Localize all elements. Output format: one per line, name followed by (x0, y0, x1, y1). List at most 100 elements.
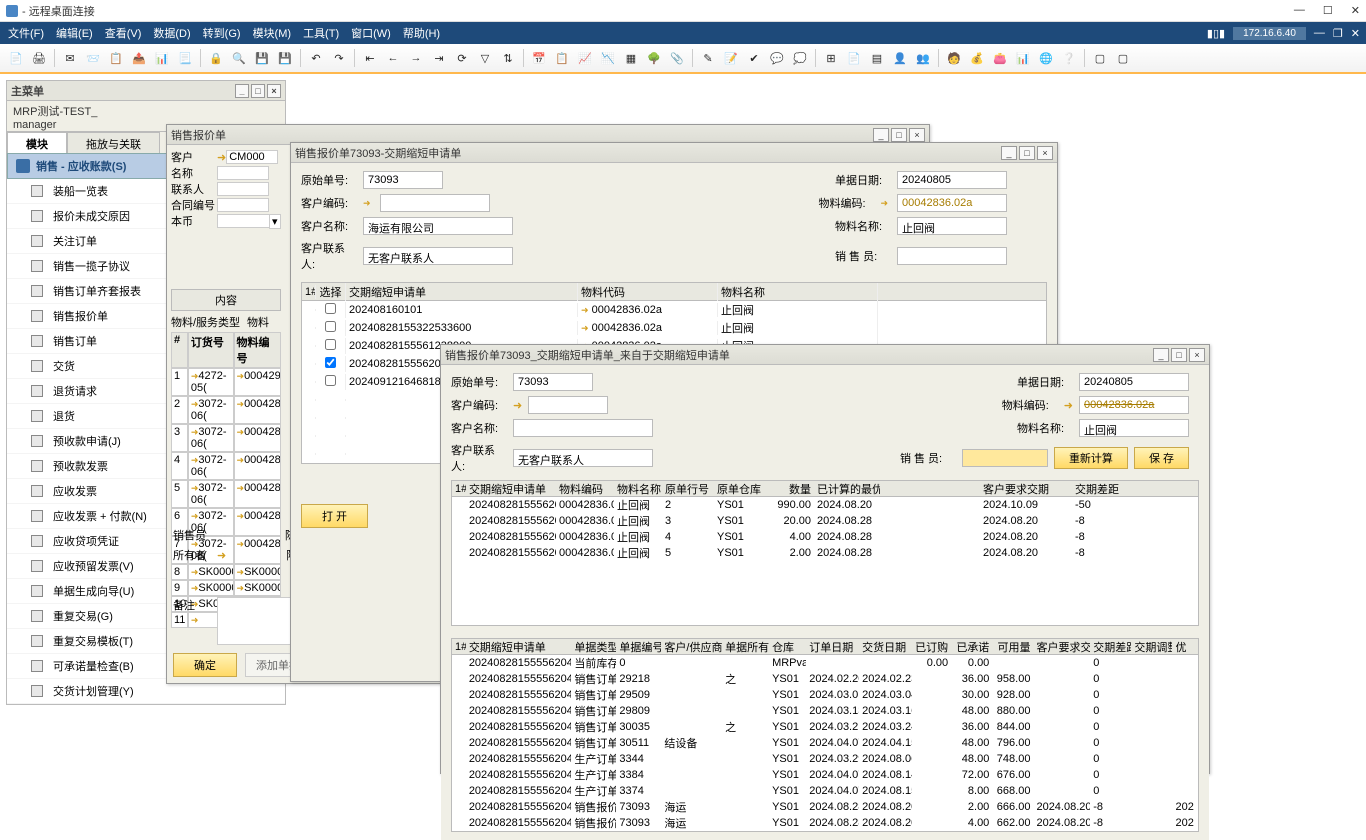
menu-goto[interactable]: 转到(G) (203, 25, 241, 41)
win1-content-tab[interactable]: 内容 (171, 289, 281, 311)
tool-report-icon[interactable]: 📈 (575, 48, 595, 68)
menu-tool[interactable]: 工具(T) (303, 25, 339, 41)
tool-new-icon[interactable]: 📄 (6, 48, 26, 68)
table-row[interactable]: 2024082815556204710000042836.0止回阀4YS014.… (452, 529, 1198, 545)
tool-copy-icon[interactable]: 📋 (106, 48, 126, 68)
tool-cal-icon[interactable]: 📅 (529, 48, 549, 68)
tool-wallet-icon[interactable]: 👛 (990, 48, 1010, 68)
win3-recalc-button[interactable]: 重新计算 (1054, 447, 1128, 469)
table-row[interactable]: 20240828155556204当前库存0MRPva0.000.000 (452, 655, 1198, 671)
win2-cust-field[interactable] (380, 194, 490, 212)
tool-last-icon[interactable]: ⇥ (429, 48, 449, 68)
tool-next-icon[interactable]: → (406, 48, 426, 68)
win2-close[interactable]: × (1037, 146, 1053, 160)
tool-approve-icon[interactable]: ✔ (744, 48, 764, 68)
menu-edit[interactable]: 编辑(E) (56, 25, 93, 41)
menu-window[interactable]: 窗口(W) (351, 25, 391, 41)
table-row[interactable]: 2024082815556204710000042836.0止回阀5YS012.… (452, 545, 1198, 561)
tool-globe-icon[interactable]: 🌐 (1036, 48, 1056, 68)
win1-maximize[interactable]: □ (891, 128, 907, 142)
tool-find-icon[interactable]: 🔍 (229, 48, 249, 68)
table-row[interactable]: 202408160101➜ 00042836.02a止回阀 (302, 301, 1046, 319)
table-row[interactable]: 20240828155556204生产订单3344YS012024.03.292… (452, 751, 1198, 767)
table-row[interactable]: 20240828155556204销售订单30035之YS012024.03.2… (452, 719, 1198, 735)
table-row[interactable]: 20240828155322533600➜ 00042836.02a止回阀 (302, 319, 1046, 337)
tool-save2-icon[interactable]: 💾 (275, 48, 295, 68)
tool-prev-icon[interactable]: ← (383, 48, 403, 68)
win3-date-field[interactable]: 20240805 (1079, 373, 1189, 391)
chart-icon[interactable]: ▮▯▮ (1207, 27, 1225, 40)
rdp-minimize-button[interactable]: — (1294, 4, 1305, 17)
win2-date-field[interactable]: 20240805 (897, 171, 1007, 189)
tool-refresh-icon[interactable]: ⟳ (452, 48, 472, 68)
win3-cust-field[interactable] (528, 396, 608, 414)
tool-excel-icon[interactable]: 📊 (152, 48, 172, 68)
table-row[interactable]: 20240828155556204销售报价73093海运YS012024.08.… (452, 815, 1198, 831)
win3-sales-field[interactable] (962, 449, 1048, 467)
tool-filter-icon[interactable]: ▽ (475, 48, 495, 68)
table-row[interactable]: 20240828155556204销售订单29809YS012024.03.13… (452, 703, 1198, 719)
win2-maximize[interactable]: □ (1019, 146, 1035, 160)
menu-file[interactable]: 文件(F) (8, 25, 44, 41)
tool-print-icon[interactable]: 🖨 (29, 48, 49, 68)
win3-mat-field[interactable]: 00042836.02a (1079, 396, 1189, 414)
tool-help-icon[interactable]: ❔ (1059, 48, 1079, 68)
tool-sort-icon[interactable]: ⇅ (498, 48, 518, 68)
table-row[interactable]: 1➜4272-05(➜00042984.01 (171, 368, 281, 396)
menu-data[interactable]: 数据(D) (153, 25, 190, 41)
tool-graph-icon[interactable]: 📉 (598, 48, 618, 68)
win1-ok-button[interactable]: 确定 (173, 653, 237, 677)
table-row[interactable]: 20240828155556204生产订单3374YS012024.04.072… (452, 783, 1198, 799)
tool-mail-icon[interactable]: ✉ (60, 48, 80, 68)
menu-module[interactable]: 模块(M) (253, 25, 292, 41)
win3-minimize[interactable]: _ (1153, 348, 1169, 362)
tool-sms-icon[interactable]: 📨 (83, 48, 103, 68)
table-row[interactable]: 20240828155556204销售订单30511结设备YS012024.04… (452, 735, 1198, 751)
tool-save-icon[interactable]: 💾 (252, 48, 272, 68)
win2-mname-field[interactable]: 止回阀 (897, 217, 1007, 235)
tool-comment-icon[interactable]: 💬 (767, 48, 787, 68)
table-row[interactable]: 3➜3072-06(➜00042836.02 (171, 424, 281, 452)
win2-cname-field[interactable]: 海运有限公司 (363, 217, 513, 235)
tool-tree-icon[interactable]: 🌳 (644, 48, 664, 68)
dropdown-icon[interactable]: ▾ (269, 214, 281, 229)
table-row[interactable]: 20240828155556204销售订单29218之YS012024.02.2… (452, 671, 1198, 687)
mainmenu-tab-module[interactable]: 模块 (7, 132, 67, 153)
tool-task-icon[interactable]: 📋 (552, 48, 572, 68)
win1-name-field[interactable] (217, 166, 269, 180)
tool-word-icon[interactable]: 📃 (175, 48, 195, 68)
tool-first-icon[interactable]: ⇤ (360, 48, 380, 68)
win1-contact-field[interactable] (217, 182, 269, 196)
mainmenu-close[interactable]: × (267, 84, 281, 98)
win3-ccontact-field[interactable]: 无客户联系人 (513, 449, 653, 467)
tool-user-icon[interactable]: 👤 (890, 48, 910, 68)
row-checkbox[interactable] (325, 375, 336, 386)
win3-cname-field[interactable] (513, 419, 653, 437)
win1-currency-field[interactable] (217, 214, 269, 228)
tool-export-icon[interactable]: 📤 (129, 48, 149, 68)
app-restore-button[interactable]: ❐ (1333, 27, 1343, 40)
tool-note-icon[interactable]: 📝 (721, 48, 741, 68)
tool-grid-icon[interactable]: ▤ (867, 48, 887, 68)
win3-close[interactable]: × (1189, 348, 1205, 362)
tool-form-icon[interactable]: 📄 (844, 48, 864, 68)
win2-mat-field[interactable]: 00042836.02a (897, 194, 1007, 212)
tool-edit-icon[interactable]: ✎ (698, 48, 718, 68)
win3-orig-field[interactable]: 73093 (513, 373, 593, 391)
rdp-close-button[interactable]: ✕ (1351, 4, 1360, 17)
tool-lock-icon[interactable]: 🔒 (206, 48, 226, 68)
table-row[interactable]: 20240828155556204生产订单3384YS012024.04.072… (452, 767, 1198, 783)
tool-table-icon[interactable]: ⊞ (821, 48, 841, 68)
tool-money-icon[interactable]: 💰 (967, 48, 987, 68)
tool-layout-icon[interactable]: ▦ (621, 48, 641, 68)
win1-minimize[interactable]: _ (873, 128, 889, 142)
win3-mname-field[interactable]: 止回阀 (1079, 419, 1189, 437)
row-checkbox[interactable] (325, 303, 336, 314)
win2-sales-field[interactable] (897, 247, 1007, 265)
mainmenu-tab-dnd[interactable]: 拖放与关联 (67, 132, 160, 153)
win2-ccontact-field[interactable]: 无客户联系人 (363, 247, 513, 265)
table-row[interactable]: 4➜3072-06(➜00042836.02 (171, 452, 281, 480)
tool-chat-icon[interactable]: 💭 (790, 48, 810, 68)
tool-undo-icon[interactable]: ↶ (306, 48, 326, 68)
win2-minimize[interactable]: _ (1001, 146, 1017, 160)
